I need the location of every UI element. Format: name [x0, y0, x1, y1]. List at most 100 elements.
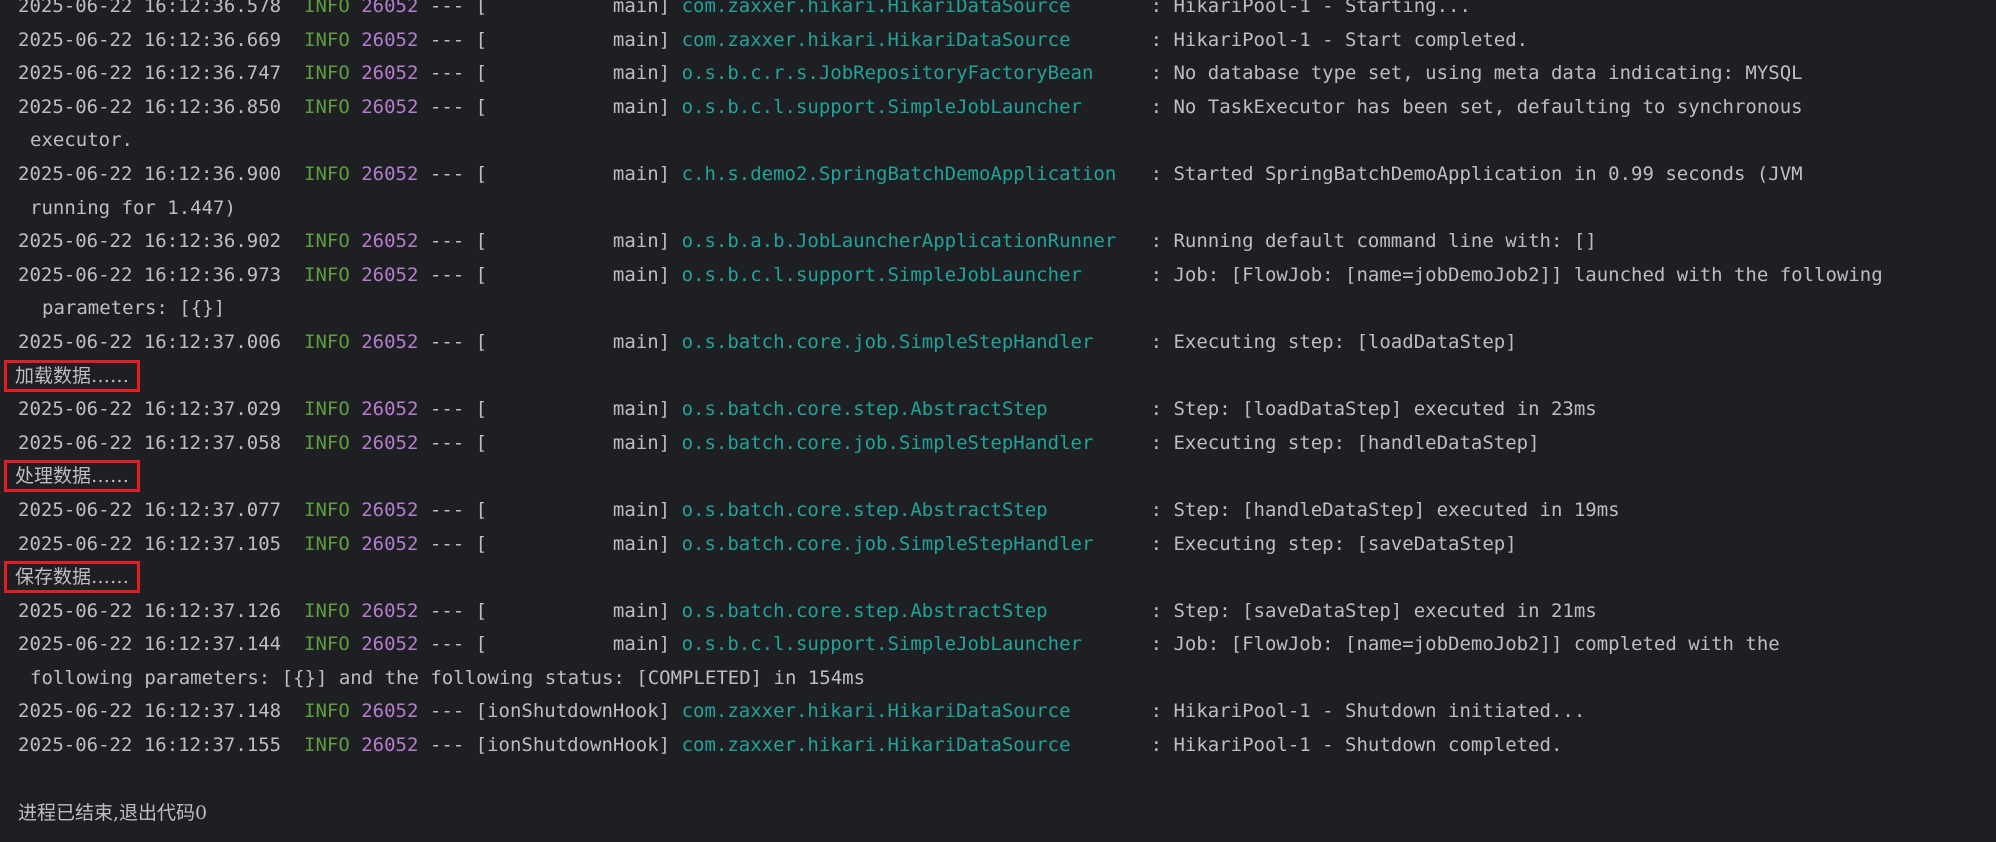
log-line: 2025-06-22 16:12:36.850 INFO 26052 --- [… [18, 91, 1996, 125]
log-logger: o.s.batch.core.job.SimpleStepHandler [681, 330, 1140, 353]
log-pid: 26052 [361, 28, 419, 51]
log-line: 2025-06-22 16:12:36.669 INFO 26052 --- [… [18, 24, 1996, 58]
log-pid: 26052 [361, 398, 419, 421]
log-line: 2025-06-22 16:12:37.148 INFO 26052 --- [… [18, 695, 1996, 729]
log-pid: 26052 [361, 734, 419, 757]
log-level: INFO [304, 230, 350, 253]
log-thread: [ionShutdownHook] [475, 700, 671, 723]
log-separator: --- [429, 398, 465, 421]
log-logger: com.zaxxer.hikari.HikariDataSource [681, 0, 1140, 17]
log-message: : Running default command line with: [] [1150, 230, 1597, 253]
log-timestamp: 2025-06-22 16:12:37.029 [18, 398, 282, 421]
log-line-continuation: parameters: [{}] [18, 292, 1996, 326]
log-level: INFO [304, 0, 350, 17]
log-pid: 26052 [361, 0, 419, 17]
log-logger: c.h.s.demo2.SpringBatchDemoApplication [681, 162, 1140, 185]
stdout-line: 保存数据…… [4, 561, 1996, 595]
log-line: 2025-06-22 16:12:37.006 INFO 26052 --- [… [18, 326, 1996, 360]
log-level: INFO [304, 498, 350, 521]
log-separator: --- [429, 62, 465, 85]
log-separator: --- [429, 498, 465, 521]
log-logger: com.zaxxer.hikari.HikariDataSource [681, 734, 1140, 757]
log-line: 2025-06-22 16:12:36.973 INFO 26052 --- [… [18, 259, 1996, 293]
log-separator: --- [429, 0, 465, 17]
log-level: INFO [304, 532, 350, 555]
log-timestamp: 2025-06-22 16:12:37.077 [18, 498, 282, 521]
log-timestamp: 2025-06-22 16:12:37.126 [18, 599, 282, 622]
log-pid: 26052 [361, 431, 419, 454]
log-timestamp: 2025-06-22 16:12:36.747 [18, 62, 282, 85]
log-logger: o.s.b.c.l.support.SimpleJobLauncher [681, 95, 1140, 118]
log-pid: 26052 [361, 330, 419, 353]
log-message: : Step: [handleDataStep] executed in 19m… [1150, 498, 1620, 521]
log-timestamp: 2025-06-22 16:12:37.144 [18, 633, 282, 656]
log-thread: [ main] [475, 330, 671, 353]
highlighted-output-save: 保存数据…… [4, 561, 141, 594]
log-separator: --- [429, 330, 465, 353]
log-thread: [ionShutdownHook] [475, 734, 671, 757]
log-message: : Step: [saveDataStep] executed in 21ms [1150, 599, 1597, 622]
log-level: INFO [304, 633, 350, 656]
log-thread: [ main] [475, 263, 671, 286]
log-thread: [ main] [475, 633, 671, 656]
log-timestamp: 2025-06-22 16:12:37.105 [18, 532, 282, 555]
log-thread: [ main] [475, 398, 671, 421]
log-logger: o.s.b.a.b.JobLauncherApplicationRunner [681, 230, 1140, 253]
log-level: INFO [304, 431, 350, 454]
stdout-line: 处理数据…… [4, 460, 1996, 494]
log-message: : HikariPool-1 - Start completed. [1150, 28, 1529, 51]
log-message: : Started SpringBatchDemoApplication in … [1150, 162, 1803, 185]
log-separator: --- [429, 431, 465, 454]
log-pid: 26052 [361, 62, 419, 85]
log-timestamp: 2025-06-22 16:12:36.578 [18, 0, 282, 17]
run-console[interactable]: 2025-06-22 16:12:36.578 INFO 26052 --- [… [0, 0, 1996, 842]
log-message: : HikariPool-1 - Starting... [1150, 0, 1471, 17]
log-message-continuation: parameters: [{}] [42, 297, 226, 320]
log-message: : Executing step: [handleDataStep] [1150, 431, 1540, 454]
log-level: INFO [304, 398, 350, 421]
log-line-continuation: following parameters: [{}] and the follo… [18, 662, 1996, 696]
log-timestamp: 2025-06-22 16:12:37.058 [18, 431, 282, 454]
log-timestamp: 2025-06-22 16:12:37.155 [18, 734, 282, 757]
log-line: 2025-06-22 16:12:36.578 INFO 26052 --- [… [18, 0, 1996, 24]
log-pid: 26052 [361, 230, 419, 253]
log-line: 2025-06-22 16:12:37.105 INFO 26052 --- [… [18, 528, 1996, 562]
log-line-continuation: running for 1.447) [18, 192, 1996, 226]
log-level: INFO [304, 599, 350, 622]
log-separator: --- [429, 700, 465, 723]
log-logger: o.s.batch.core.step.AbstractStep [681, 498, 1140, 521]
log-line: 2025-06-22 16:12:36.902 INFO 26052 --- [… [18, 225, 1996, 259]
log-message: : Step: [loadDataStep] executed in 23ms [1150, 398, 1597, 421]
log-thread: [ main] [475, 532, 671, 555]
log-thread: [ main] [475, 95, 671, 118]
log-thread: [ main] [475, 599, 671, 622]
log-line: 2025-06-22 16:12:37.077 INFO 26052 --- [… [18, 494, 1996, 528]
log-timestamp: 2025-06-22 16:12:37.006 [18, 330, 282, 353]
log-message: : Job: [FlowJob: [name=jobDemoJob2]] com… [1150, 633, 1780, 656]
log-timestamp: 2025-06-22 16:12:36.900 [18, 162, 282, 185]
log-thread: [ main] [475, 0, 671, 17]
log-message-continuation: executor. [30, 129, 133, 152]
log-message: : Job: [FlowJob: [name=jobDemoJob2]] lau… [1150, 263, 1883, 286]
log-level: INFO [304, 162, 350, 185]
log-logger: o.s.batch.core.job.SimpleStepHandler [681, 532, 1140, 555]
log-timestamp: 2025-06-22 16:12:36.850 [18, 95, 282, 118]
log-separator: --- [429, 28, 465, 51]
log-thread: [ main] [475, 62, 671, 85]
log-separator: --- [429, 95, 465, 118]
log-message: : HikariPool-1 - Shutdown completed. [1150, 734, 1563, 757]
log-line: 2025-06-22 16:12:37.126 INFO 26052 --- [… [18, 595, 1996, 629]
log-thread: [ main] [475, 230, 671, 253]
process-exit-message: 进程已结束,退出代码0 [18, 802, 208, 824]
log-message: : Executing step: [saveDataStep] [1150, 532, 1517, 555]
log-separator: --- [429, 633, 465, 656]
log-line: 2025-06-22 16:12:36.900 INFO 26052 --- [… [18, 158, 1996, 192]
log-thread: [ main] [475, 162, 671, 185]
log-pid: 26052 [361, 700, 419, 723]
log-level: INFO [304, 263, 350, 286]
log-logger: o.s.batch.core.job.SimpleStepHandler [681, 431, 1140, 454]
log-message: : Executing step: [loadDataStep] [1150, 330, 1517, 353]
log-timestamp: 2025-06-22 16:12:36.669 [18, 28, 282, 51]
log-pid: 26052 [361, 532, 419, 555]
log-separator: --- [429, 162, 465, 185]
